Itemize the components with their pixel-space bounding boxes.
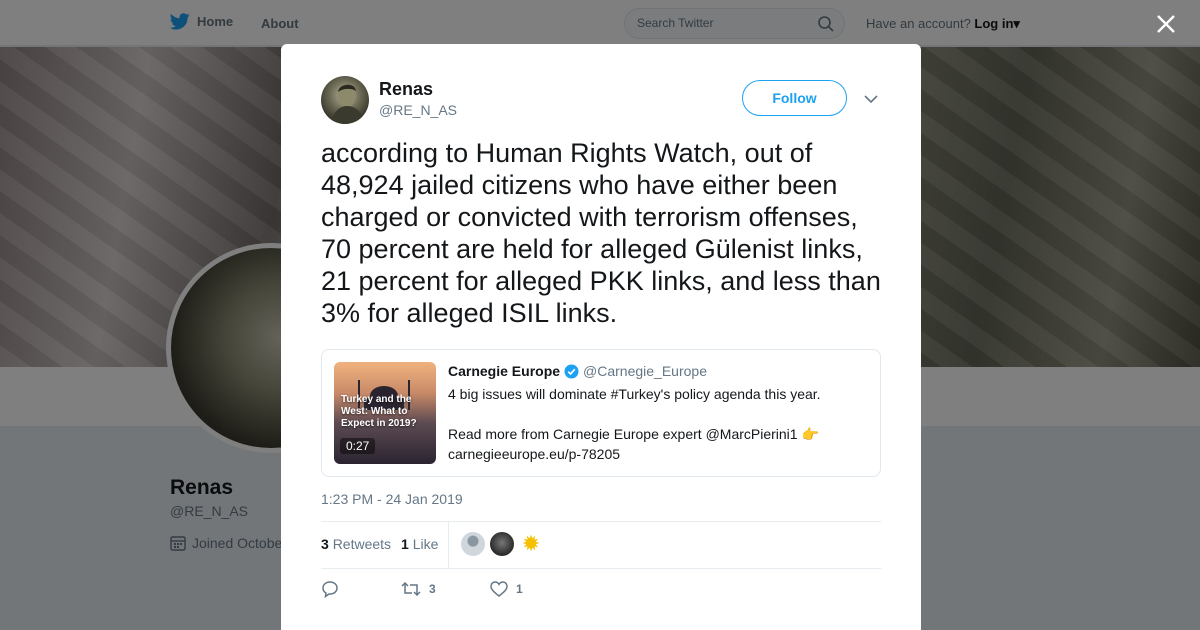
reply-button[interactable]	[321, 580, 401, 598]
chevron-down-icon[interactable]	[863, 91, 879, 107]
quoted-author-handle: @Carnegie_Europe	[583, 363, 707, 379]
tweet-author-name[interactable]: Renas	[379, 79, 433, 100]
retweet-icon	[401, 581, 421, 597]
likes-count: 1	[401, 536, 409, 552]
quoted-tweet-header: Carnegie Europe @Carnegie_Europe	[448, 363, 707, 379]
tweet-modal: Renas @RE_N_AS Follow according to Human…	[281, 44, 921, 630]
avatar-portrait-icon	[331, 84, 365, 124]
tweet-author-handle[interactable]: @RE_N_AS	[379, 102, 457, 118]
quoted-tweet-card[interactable]: Turkey and the West: What to Expect in 2…	[321, 349, 881, 477]
quoted-text-line-1: 4 big issues will dominate #Turkey's pol…	[448, 386, 821, 402]
tweet-stats: 3 Retweets 1 Like	[321, 536, 438, 552]
tweet-author-avatar[interactable]	[321, 76, 369, 124]
heart-icon	[490, 581, 508, 597]
retweet-count: 3	[429, 582, 436, 596]
retweets-stat[interactable]: 3 Retweets	[321, 536, 391, 552]
quoted-author-name: Carnegie Europe	[448, 363, 561, 379]
reply-icon	[322, 581, 338, 598]
sun-avatar-icon[interactable]: ✹	[519, 532, 543, 556]
like-button[interactable]: 1	[490, 581, 523, 597]
likes-stat[interactable]: 1 Like	[401, 536, 438, 552]
retweets-count: 3	[321, 536, 329, 552]
tweet-timestamp[interactable]: 1:23 PM - 24 Jan 2019	[321, 491, 463, 507]
quoted-text-line-2: Read more from Carnegie Europe expert @M…	[448, 426, 819, 442]
verified-badge-icon	[564, 363, 579, 379]
likes-label: Like	[412, 536, 439, 552]
follow-button[interactable]: Follow	[742, 80, 847, 116]
video-duration: 0:27	[340, 438, 376, 454]
thumbnail-title: Turkey and the West: What to Expect in 2…	[341, 394, 417, 429]
close-icon[interactable]	[1154, 12, 1178, 36]
divider	[321, 568, 881, 569]
quoted-video-thumbnail[interactable]: Turkey and the West: What to Expect in 2…	[334, 362, 436, 464]
liker-avatar[interactable]	[490, 532, 514, 556]
tweet-actions: 3 1	[321, 580, 523, 598]
divider	[321, 521, 881, 522]
stats-separator	[448, 522, 449, 568]
liker-avatars: ✹	[461, 532, 543, 556]
tweet-text: according to Human Rights Watch, out of …	[321, 138, 881, 328]
retweets-label: Retweets	[332, 536, 392, 552]
quoted-link[interactable]: carnegieeurope.eu/p-78205	[448, 446, 620, 462]
retweet-button[interactable]: 3	[401, 581, 490, 597]
like-count: 1	[516, 582, 523, 596]
liker-avatar-default[interactable]	[461, 532, 485, 556]
